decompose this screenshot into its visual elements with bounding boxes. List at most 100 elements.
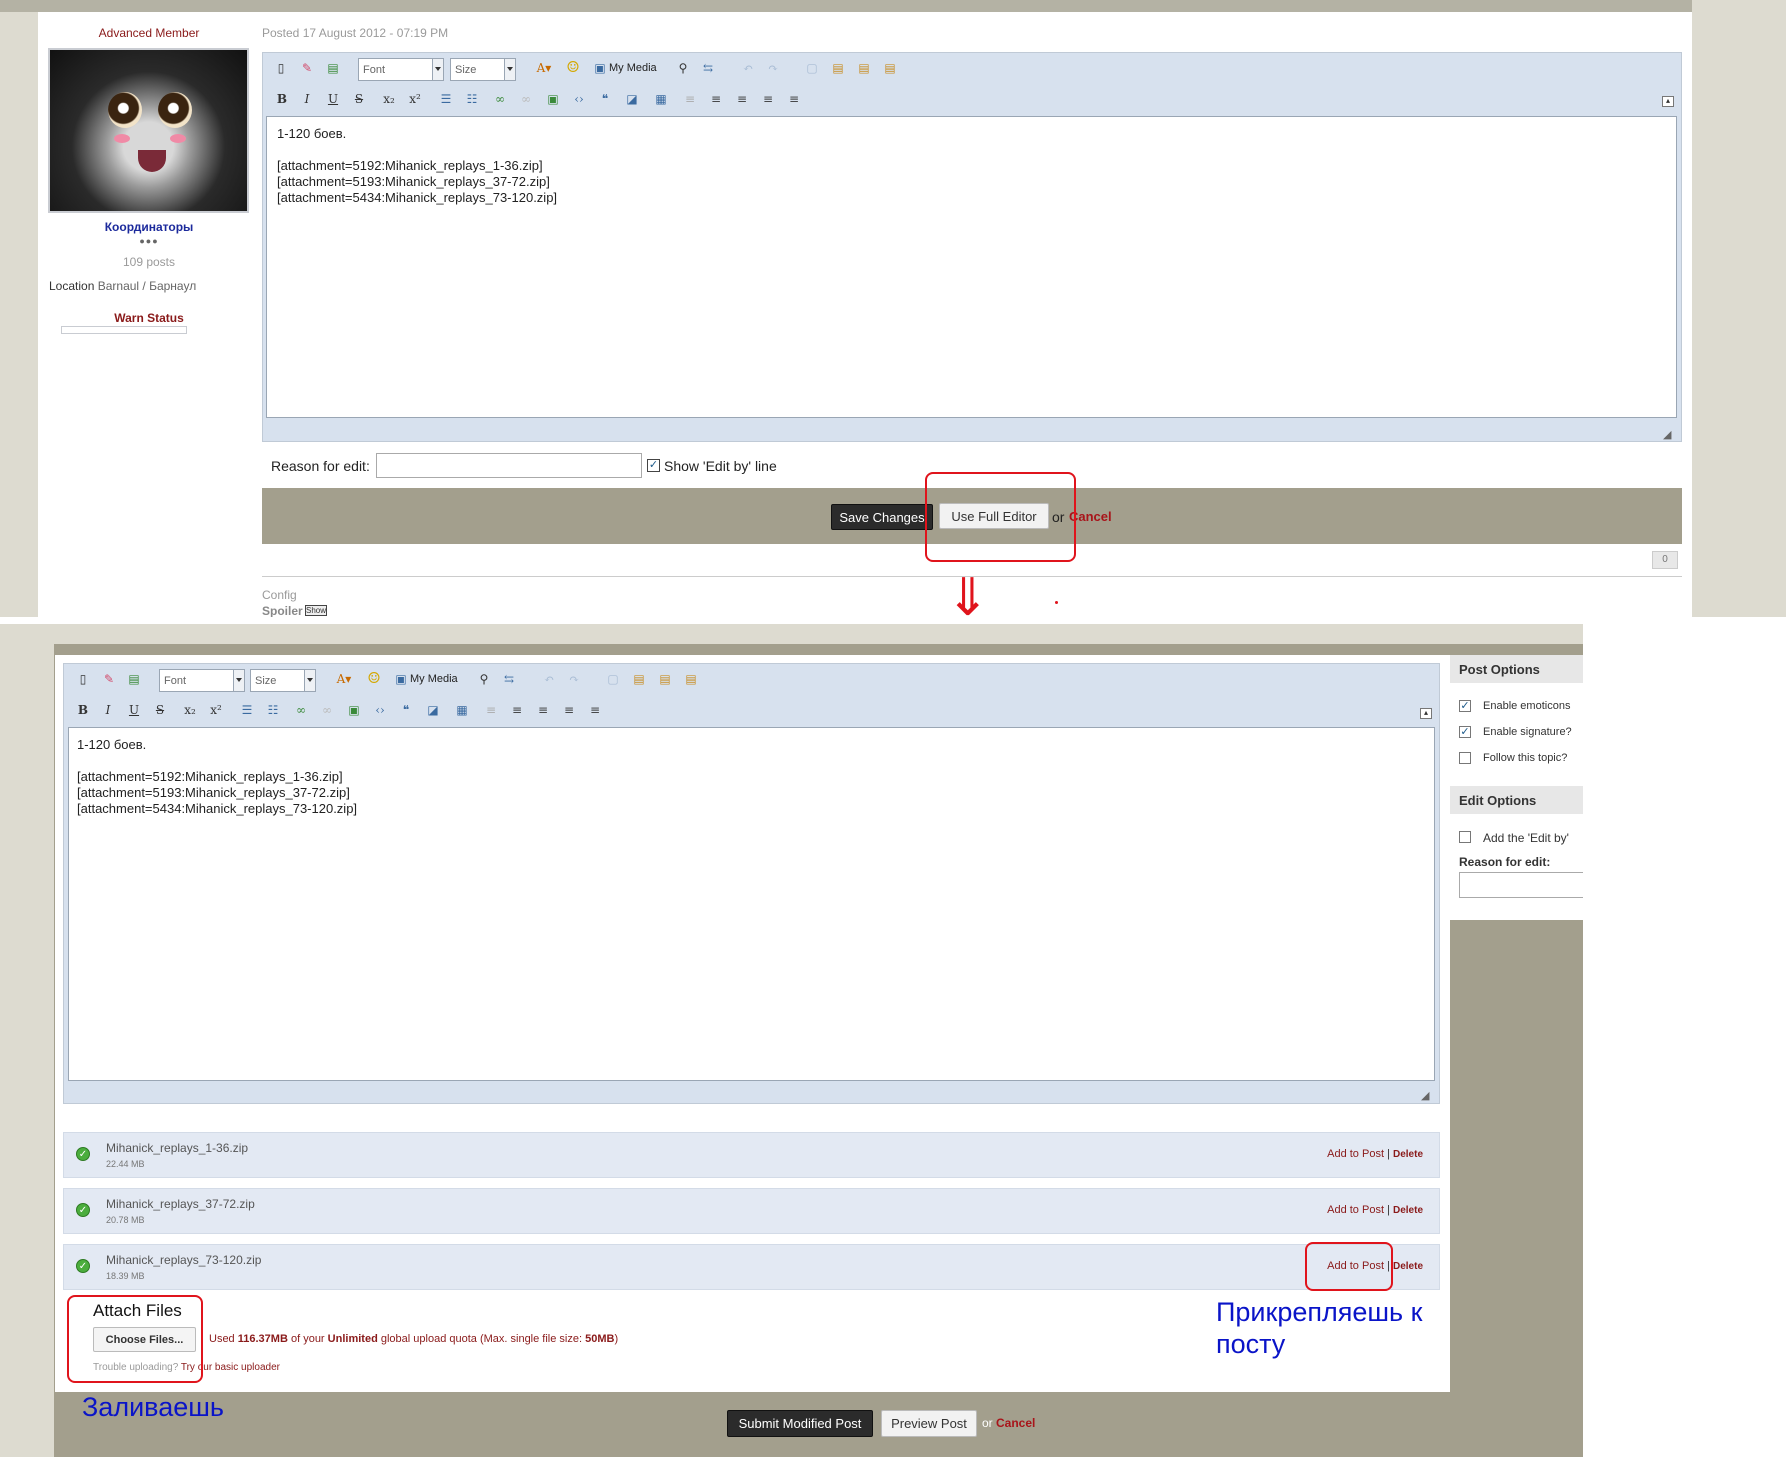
spoiler-icon[interactable]: ◪ [624,91,640,107]
eraser-icon[interactable]: ✎ [299,60,315,76]
align-center-icon[interactable]: ≡ [760,91,776,107]
paste-word-icon[interactable]: ▤ [882,60,898,76]
avatar[interactable] [48,48,249,213]
resize-handle-icon[interactable]: ◢ [1421,1089,1433,1102]
add-to-post-link[interactable]: Add to Post [1327,1148,1384,1160]
numbered-list-icon[interactable]: ☷ [464,91,480,107]
outdent-icon[interactable]: ≡ [682,91,698,107]
show-edit-by-checkbox[interactable]: ✓ [647,459,660,472]
italic-icon[interactable]: I [100,702,116,718]
enable-signature-checkbox[interactable]: ✓ [1459,726,1471,738]
cancel-link[interactable]: Cancel [996,1416,1035,1430]
strikethrough-icon[interactable]: S [351,91,367,107]
find-icon[interactable]: ⚲ [675,60,691,76]
emoticon-icon[interactable]: ☺ [565,58,581,76]
paste-icon[interactable]: ▤ [631,671,647,687]
reputation-count[interactable]: 0 [1652,551,1678,569]
reason-for-edit-input[interactable] [376,453,642,478]
template-icon[interactable]: ▤ [325,60,341,76]
collapse-toolbar-icon[interactable]: ▴ [1662,96,1674,107]
special-tag-icon[interactable]: ▦ [653,91,669,107]
bullet-list-icon[interactable]: ☰ [239,702,255,718]
numbered-list-icon[interactable]: ☷ [265,702,281,718]
paste-icon[interactable]: ▤ [830,60,846,76]
add-to-post-link[interactable]: Add to Post [1327,1204,1384,1216]
spoiler-show-button[interactable]: Show [305,605,327,616]
delete-link[interactable]: Delete [1393,1261,1423,1272]
save-changes-button[interactable]: Save Changes [831,504,933,530]
outdent-icon[interactable]: ≡ [483,702,499,718]
unlink-icon[interactable]: ∞ [319,702,335,718]
superscript-icon[interactable]: x² [208,702,224,718]
enable-emoticons-checkbox[interactable]: ✓ [1459,700,1471,712]
font-select[interactable]: Font [358,58,444,81]
underline-icon[interactable]: U [126,702,142,718]
editor-textarea[interactable]: 1-120 боев. [attachment=5192:Mihanick_re… [68,727,1435,1081]
resize-handle-icon[interactable]: ◢ [1663,428,1675,441]
font-select[interactable]: Font [159,669,245,692]
cut-icon[interactable]: ▢ [804,60,820,76]
subscript-icon[interactable]: x₂ [182,702,198,718]
spoiler-icon[interactable]: ◪ [425,702,441,718]
delete-link[interactable]: Delete [1393,1205,1423,1216]
paste-word-icon[interactable]: ▤ [683,671,699,687]
emoticon-icon[interactable]: ☺ [366,669,382,687]
media-icon[interactable]: ▣ [393,671,409,687]
bold-icon[interactable]: B [274,91,290,107]
indent-icon[interactable]: ≡ [509,702,525,718]
replace-icon[interactable]: ⇆ [501,671,517,687]
quote-icon[interactable]: ❝ [398,702,414,718]
template-icon[interactable]: ▤ [126,671,142,687]
underline-icon[interactable]: U [325,91,341,107]
align-right-icon[interactable]: ≡ [786,91,802,107]
preview-post-button[interactable]: Preview Post [881,1410,977,1437]
my-media-button[interactable]: My Media [609,62,657,74]
bullet-list-icon[interactable]: ☰ [438,91,454,107]
text-color-icon[interactable]: A▾ [332,671,356,687]
paste-text-icon[interactable]: ▤ [657,671,673,687]
redo-icon[interactable]: ↷ [566,671,582,687]
eraser-icon[interactable]: ✎ [101,671,117,687]
member-group[interactable]: Координаторы [48,220,250,234]
strikethrough-icon[interactable]: S [152,702,168,718]
collapse-toolbar-icon[interactable]: ▴ [1420,708,1432,719]
source-icon[interactable]: ▯ [75,671,91,687]
link-icon[interactable]: ∞ [492,91,508,107]
my-media-button[interactable]: My Media [410,673,458,685]
unlink-icon[interactable]: ∞ [518,91,534,107]
align-center-icon[interactable]: ≡ [561,702,577,718]
image-icon[interactable]: ▣ [346,702,362,718]
delete-link[interactable]: Delete [1393,1149,1423,1160]
size-select[interactable]: Size [450,58,516,81]
subscript-icon[interactable]: x₂ [381,91,397,107]
italic-icon[interactable]: I [299,91,315,107]
redo-icon[interactable]: ↷ [765,60,781,76]
quote-icon[interactable]: ❝ [597,91,613,107]
align-left-icon[interactable]: ≡ [535,702,551,718]
superscript-icon[interactable]: x² [407,91,423,107]
text-color-icon[interactable]: A▾ [532,60,556,76]
submit-modified-post-button[interactable]: Submit Modified Post [727,1410,873,1437]
undo-icon[interactable]: ↶ [541,671,557,687]
replace-icon[interactable]: ⇆ [700,60,716,76]
bold-icon[interactable]: B [75,702,91,718]
indent-icon[interactable]: ≡ [708,91,724,107]
special-tag-icon[interactable]: ▦ [454,702,470,718]
link-icon[interactable]: ∞ [293,702,309,718]
follow-topic-checkbox[interactable] [1459,752,1471,764]
media-icon[interactable]: ▣ [592,60,608,76]
reason-for-edit-input[interactable] [1459,872,1583,898]
add-edit-by-checkbox[interactable] [1459,831,1471,843]
editor-textarea[interactable]: 1-120 боев. [attachment=5192:Mihanick_re… [266,116,1677,418]
source-icon[interactable]: ▯ [273,60,289,76]
paste-text-icon[interactable]: ▤ [856,60,872,76]
code-icon[interactable]: ‹› [372,702,388,718]
image-icon[interactable]: ▣ [545,91,561,107]
code-icon[interactable]: ‹› [571,91,587,107]
find-icon[interactable]: ⚲ [476,671,492,687]
size-select[interactable]: Size [250,669,316,692]
cut-icon[interactable]: ▢ [605,671,621,687]
align-left-icon[interactable]: ≡ [734,91,750,107]
undo-icon[interactable]: ↶ [740,60,756,76]
align-right-icon[interactable]: ≡ [587,702,603,718]
